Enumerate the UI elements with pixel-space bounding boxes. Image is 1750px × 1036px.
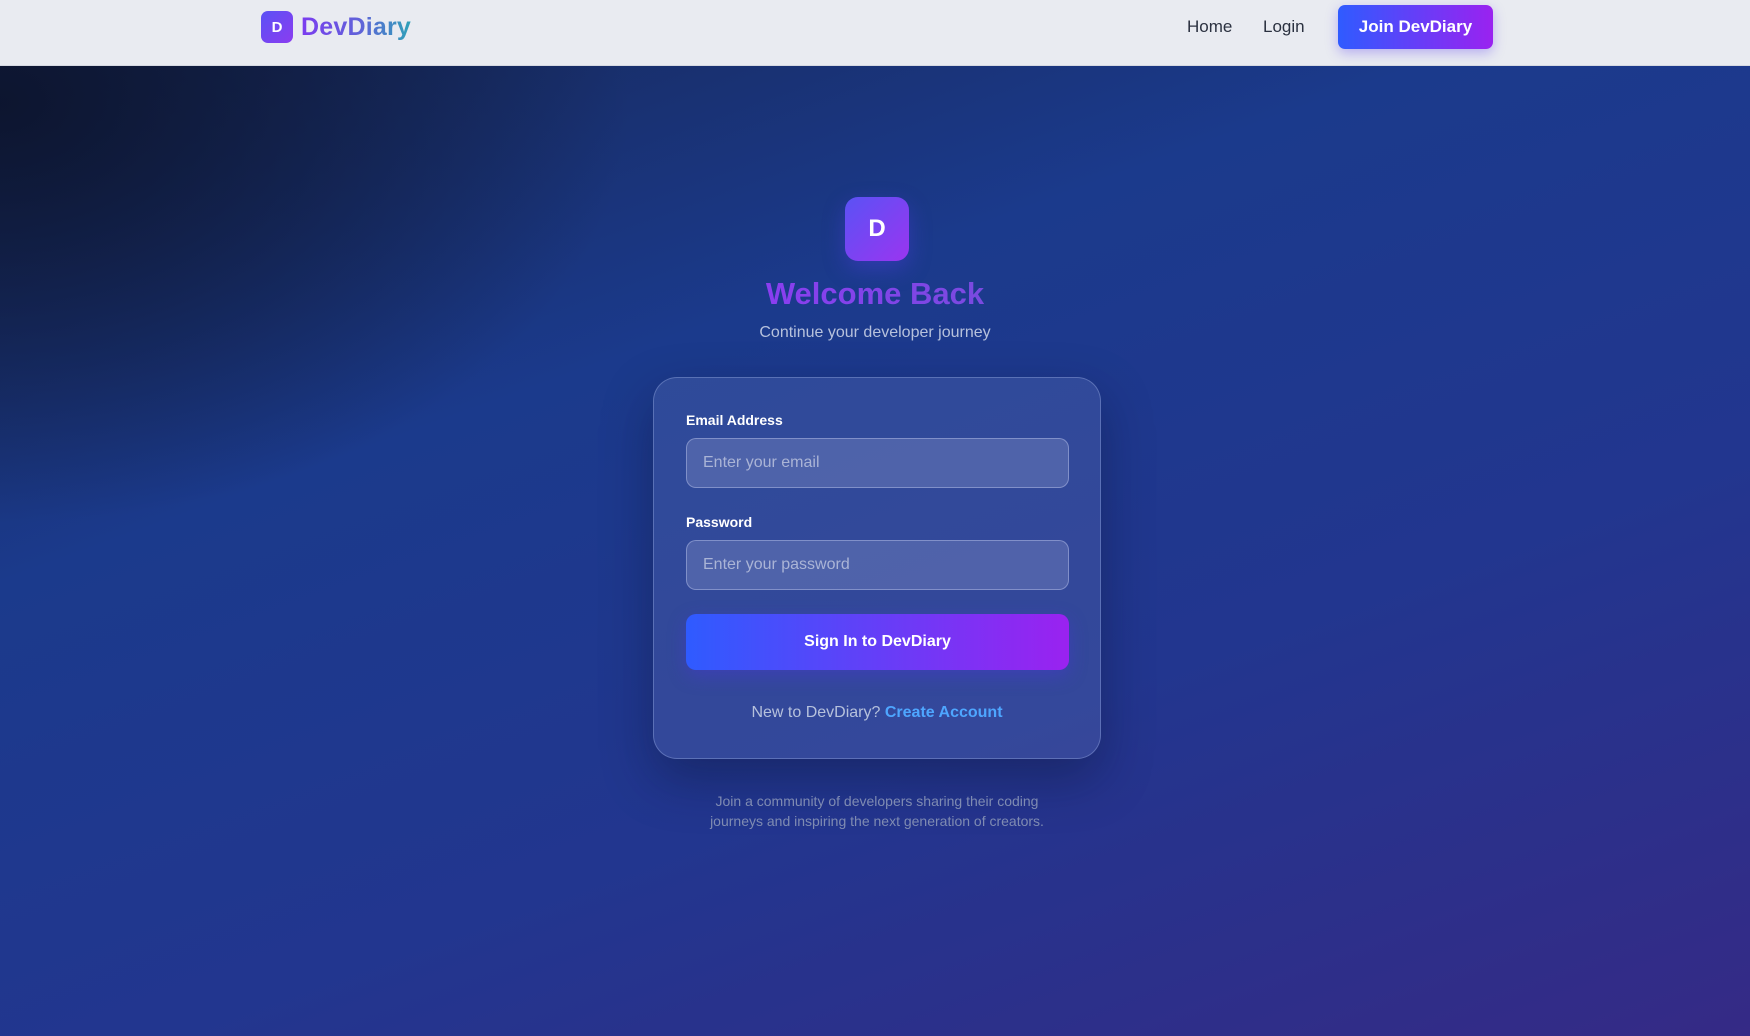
email-field[interactable] xyxy=(686,438,1069,488)
sign-in-button[interactable]: Sign In to DevDiary xyxy=(686,614,1069,670)
join-button[interactable]: Join DevDiary xyxy=(1338,5,1493,49)
page-title-text: Welcome Back xyxy=(765,276,985,311)
brand-logo-icon: D xyxy=(261,11,293,43)
top-navbar: D DevDiary Home Login Join DevDiary xyxy=(0,0,1750,66)
community-note-line-1: Join a community of developers sharing t… xyxy=(715,793,1039,809)
login-card: Email Address Password Sign In to DevDia… xyxy=(653,377,1101,759)
nav-home-link[interactable]: Home xyxy=(1187,17,1232,37)
password-field[interactable] xyxy=(686,540,1069,590)
nav-login-link[interactable]: Login xyxy=(1263,17,1305,37)
community-note-line-2: journeys and inspiring the next generati… xyxy=(710,813,1044,829)
create-account-link[interactable]: Create Account xyxy=(885,704,1003,721)
email-label: Email Address xyxy=(686,412,783,428)
password-label: Password xyxy=(686,514,753,530)
signup-prompt-line: New to DevDiary? Create Account xyxy=(654,704,1100,722)
brand-logo-link[interactable]: D DevDiary xyxy=(261,11,411,43)
hero-logo-icon: D xyxy=(845,197,909,261)
page-title: Welcome Back xyxy=(0,276,1750,312)
brand-name: DevDiary xyxy=(301,12,411,41)
page-subtitle: Continue your developer journey xyxy=(759,324,991,341)
signup-prompt-text: New to DevDiary? xyxy=(751,704,881,721)
community-note: Join a community of developers sharing t… xyxy=(675,791,1079,831)
